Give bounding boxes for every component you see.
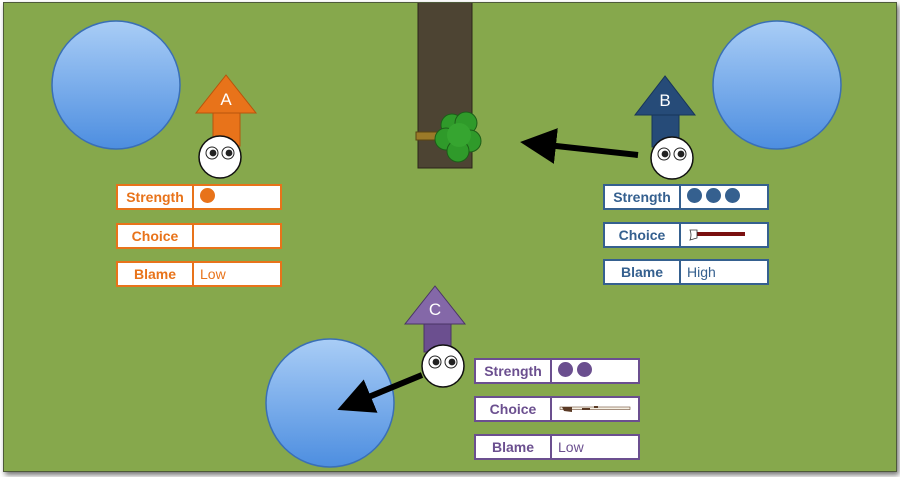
rifle-icon — [559, 406, 631, 412]
blame-label: Blame — [476, 436, 552, 458]
strength-row: Strength — [474, 358, 640, 384]
strength-value — [552, 360, 638, 382]
strength-dots — [558, 362, 596, 380]
strength-label: Strength — [476, 360, 552, 382]
blame-value: High — [687, 264, 716, 280]
choice-row: Choice — [603, 222, 769, 248]
blame-row: Blame Low — [474, 434, 640, 460]
character-a: A — [194, 74, 258, 179]
strength-dot — [706, 188, 721, 203]
choice-value — [552, 398, 638, 420]
axe-icon — [689, 229, 745, 241]
head-c — [421, 344, 465, 388]
pool-top-right — [712, 20, 842, 150]
blame-value: Low — [558, 439, 584, 455]
strength-dot — [200, 188, 215, 203]
blame-row: Blame Low — [116, 261, 282, 287]
character-letter-a: A — [220, 90, 232, 109]
strength-value — [681, 186, 767, 208]
pool-top-left — [51, 20, 181, 150]
strength-dot — [558, 362, 573, 377]
strength-row: Strength — [116, 184, 282, 210]
choice-row: Choice — [116, 223, 282, 249]
strength-value — [194, 186, 280, 208]
pool-bottom — [265, 338, 395, 468]
blame-row: Blame High — [603, 259, 769, 285]
blame-value: Low — [200, 266, 226, 282]
choice-label: Choice — [605, 224, 681, 246]
blame-label: Blame — [118, 263, 194, 285]
character-letter-b: B — [659, 91, 670, 110]
choice-value — [194, 225, 280, 247]
choice-label: Choice — [118, 225, 194, 247]
character-b: B — [633, 75, 697, 180]
head-b — [650, 136, 694, 180]
strength-dots — [200, 188, 219, 206]
choice-label: Choice — [476, 398, 552, 420]
strength-label: Strength — [118, 186, 194, 208]
strength-dots — [687, 188, 744, 206]
strength-dot — [725, 188, 740, 203]
choice-value — [681, 224, 767, 246]
strength-row: Strength — [603, 184, 769, 210]
blame-label: Blame — [605, 261, 681, 283]
head-a — [198, 135, 242, 179]
strength-dot — [687, 188, 702, 203]
scene-frame: A B C Strength Choice Blame Low Strength… — [3, 2, 897, 472]
arrow-b-to-tree — [520, 128, 639, 164]
character-letter-c: C — [429, 300, 441, 319]
strength-dot — [577, 362, 592, 377]
character-c: C — [403, 285, 467, 388]
choice-row: Choice — [474, 396, 640, 422]
strength-label: Strength — [605, 186, 681, 208]
